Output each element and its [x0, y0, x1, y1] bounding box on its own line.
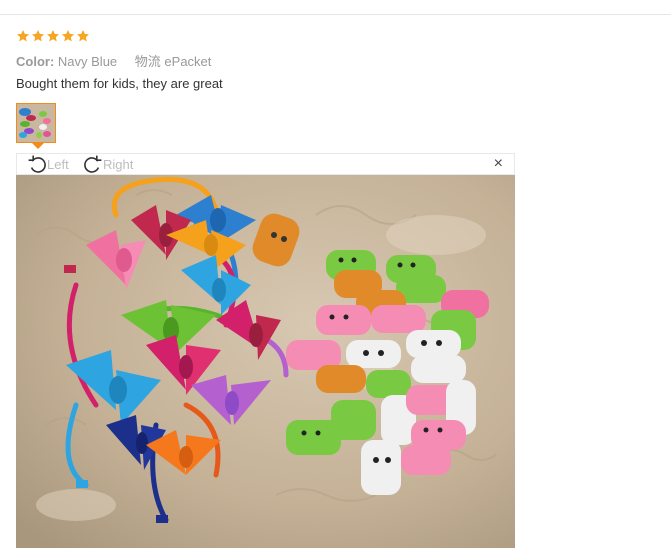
review-comment: Bought them for kids, they are great [16, 76, 223, 91]
star-icon [76, 30, 90, 42]
review-photo-thumbnail[interactable] [16, 103, 56, 143]
rotate-right-icon [84, 155, 102, 173]
review-photo-image [16, 175, 515, 548]
rotate-left-button[interactable]: Left [27, 154, 69, 174]
review-photo [16, 175, 515, 548]
star-icon [61, 30, 75, 42]
star-icon [31, 30, 45, 42]
rotate-right-label: Right [103, 156, 134, 172]
shipping-key: 物流 [134, 54, 161, 69]
star-icon [46, 30, 60, 42]
thumbnail-pointer [32, 143, 44, 149]
shipping-value: ePacket [164, 54, 212, 69]
thumbnail-image [17, 104, 55, 142]
separator-line [0, 14, 671, 15]
rotate-left-icon [28, 155, 46, 173]
review-meta: Color: Navy Blue 物流 ePacket [16, 51, 211, 70]
rotate-left-label: Left [47, 156, 69, 172]
color-key: Color: [16, 54, 55, 69]
star-rating [16, 29, 90, 43]
image-viewer-toolbar: Left Right × [16, 153, 515, 175]
rotate-right-button[interactable]: Right [83, 154, 133, 174]
star-icon [16, 30, 30, 42]
close-icon[interactable]: × [494, 155, 503, 173]
color-value: Navy Blue [57, 54, 118, 69]
